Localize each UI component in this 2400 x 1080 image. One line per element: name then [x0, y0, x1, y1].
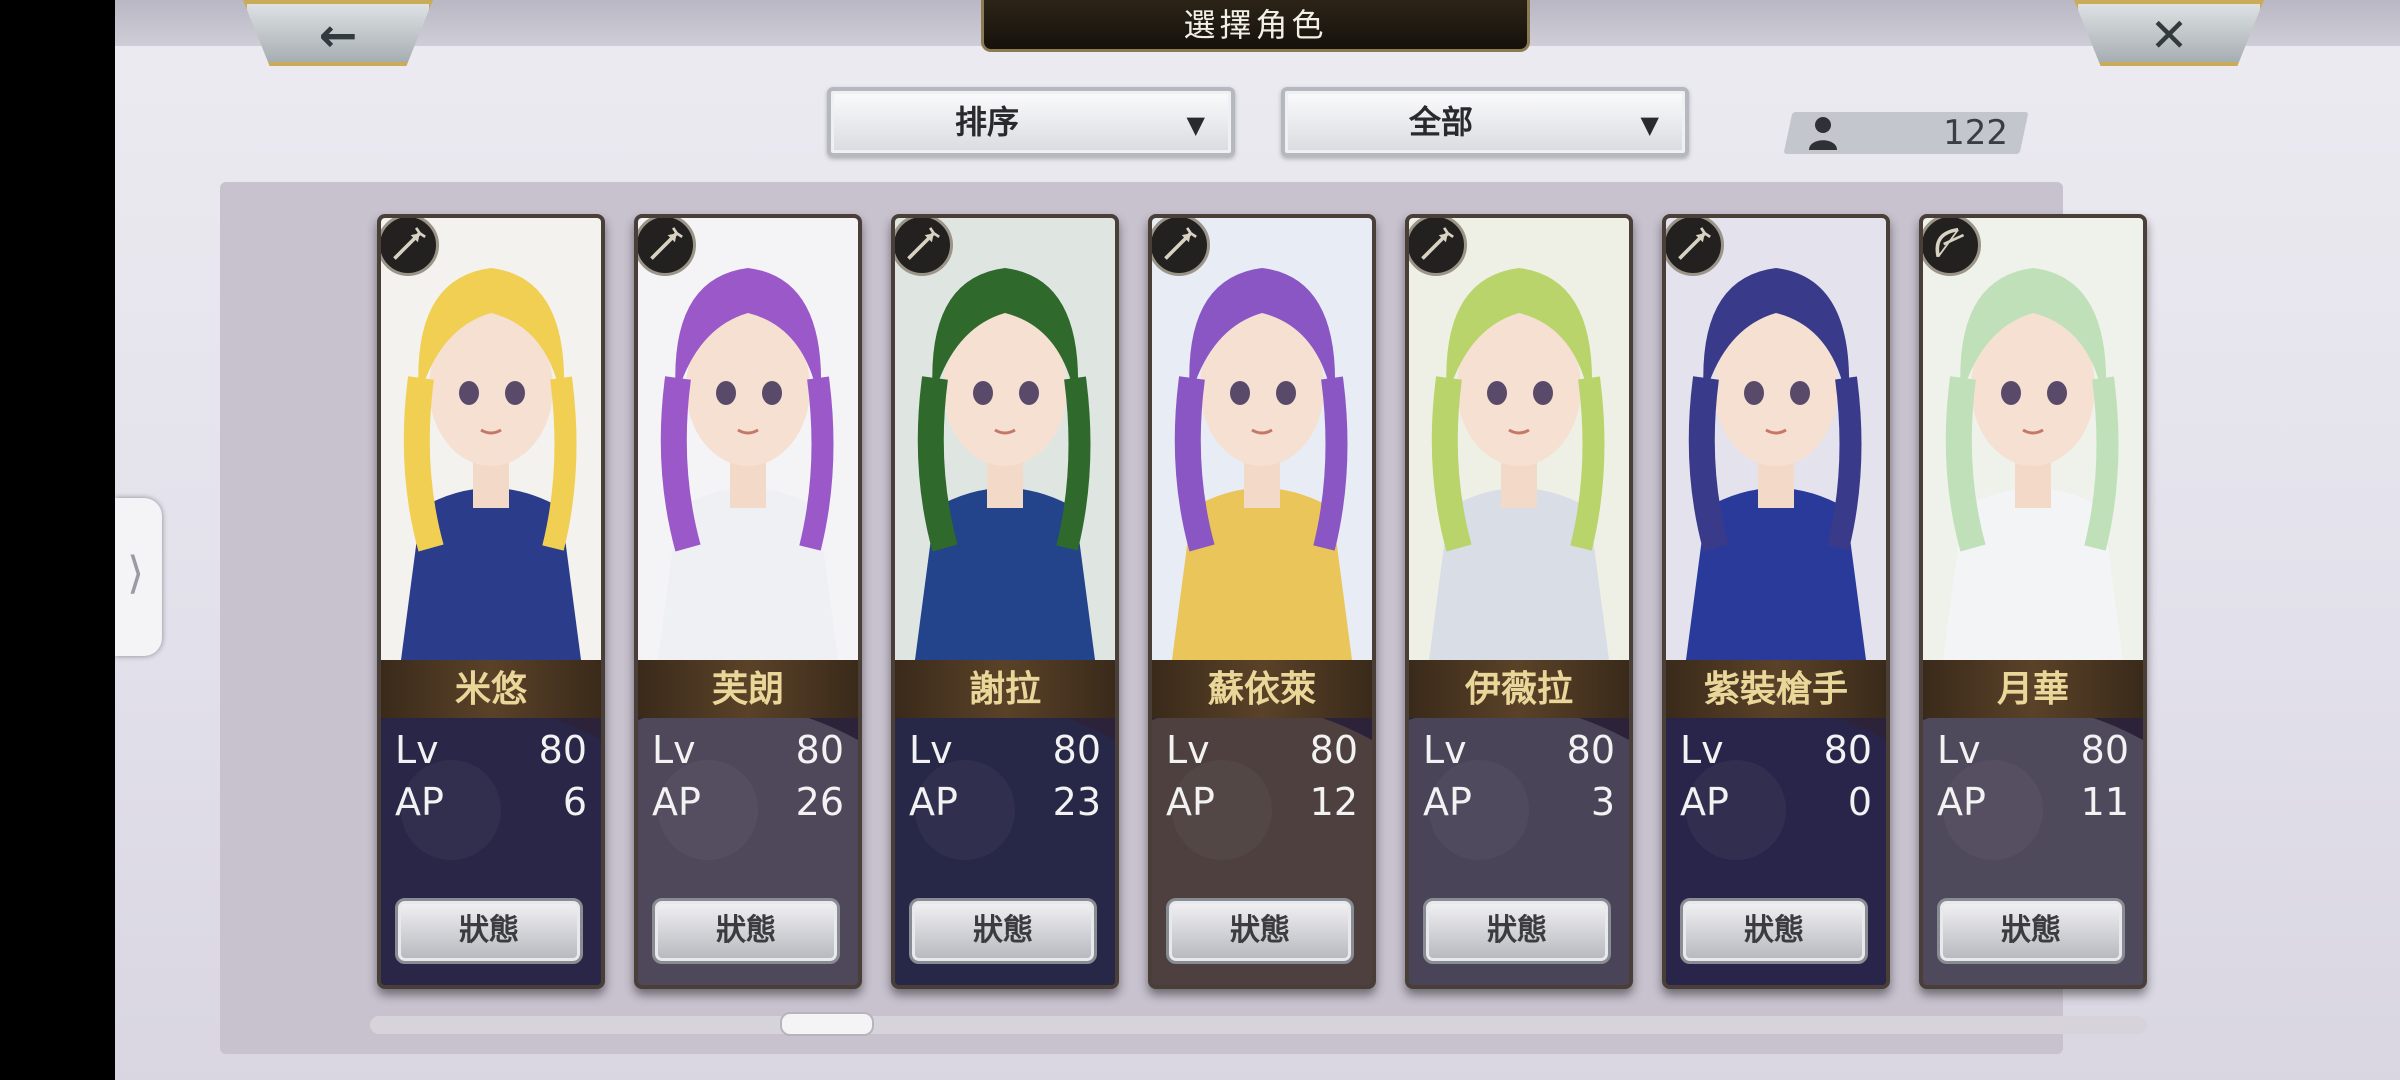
level-value: 80	[795, 728, 844, 772]
status-button[interactable]: 狀態	[1166, 898, 1354, 964]
dropdown-arrow-icon: ▼	[1640, 111, 1659, 139]
character-card[interactable]: 伊薇拉 Lv 80 AP 3 狀態	[1405, 214, 1633, 989]
dropdown-arrow-icon: ▼	[1186, 111, 1205, 139]
sort-label: 排序	[954, 103, 1019, 141]
character-name: 米悠	[381, 660, 601, 718]
ap-label: AP	[395, 780, 444, 824]
level-value: 80	[2080, 728, 2129, 772]
level-row: Lv 80	[652, 728, 844, 772]
ap-label: AP	[1937, 780, 1986, 824]
level-label: Lv	[395, 728, 439, 772]
ap-row: AP 26	[652, 780, 844, 824]
ap-value: 12	[1309, 780, 1358, 824]
level-label: Lv	[1680, 728, 1724, 772]
character-card[interactable]: 蘇依萊 Lv 80 AP 12 狀態	[1148, 214, 1376, 989]
level-row: Lv 80	[395, 728, 587, 772]
status-button[interactable]: 狀態	[1680, 898, 1868, 964]
character-portrait[interactable]	[1923, 218, 2143, 660]
spear-icon	[638, 218, 696, 276]
sort-dropdown[interactable]: 排序 ▼	[827, 87, 1235, 157]
level-value: 80	[1309, 728, 1358, 772]
ap-label: AP	[652, 780, 701, 824]
status-button[interactable]: 狀態	[1423, 898, 1611, 964]
level-value: 80	[1052, 728, 1101, 772]
character-card[interactable]: 紫裝槍手 Lv 80 AP 0 狀態	[1662, 214, 1890, 989]
status-button[interactable]: 狀態	[1937, 898, 2125, 964]
spear-icon	[1666, 218, 1724, 276]
level-label: Lv	[1423, 728, 1467, 772]
character-name: 謝拉	[895, 660, 1115, 718]
spear-icon	[1152, 218, 1210, 276]
status-button[interactable]: 狀態	[395, 898, 583, 964]
ap-row: AP 12	[1166, 780, 1358, 824]
level-value: 80	[1566, 728, 1615, 772]
level-value: 80	[1823, 728, 1872, 772]
level-label: Lv	[652, 728, 696, 772]
level-row: Lv 80	[1423, 728, 1615, 772]
person-icon	[1809, 117, 1837, 150]
level-label: Lv	[1166, 728, 1210, 772]
character-portrait[interactable]	[1409, 218, 1629, 660]
chevron-right-icon: ⟩	[127, 548, 145, 599]
ap-row: AP 3	[1423, 780, 1615, 824]
character-card[interactable]: 芙朗 Lv 80 AP 26 狀態	[634, 214, 862, 989]
spear-icon	[1409, 218, 1467, 276]
character-portrait[interactable]	[381, 218, 601, 660]
spear-icon	[381, 218, 439, 276]
level-value: 80	[538, 728, 587, 772]
character-card[interactable]: 米悠 Lv 80 AP 6 狀態	[377, 214, 605, 989]
ap-label: AP	[1680, 780, 1729, 824]
bow-icon	[1923, 218, 1981, 276]
close-button[interactable]: ✕	[2074, 0, 2264, 66]
ap-row: AP 11	[1937, 780, 2129, 824]
ap-value: 23	[1052, 780, 1101, 824]
character-portrait[interactable]	[1666, 218, 1886, 660]
ap-value: 26	[795, 780, 844, 824]
ap-label: AP	[1166, 780, 1215, 824]
level-label: Lv	[909, 728, 953, 772]
level-row: Lv 80	[909, 728, 1101, 772]
ap-value: 3	[1590, 780, 1615, 824]
ap-label: AP	[909, 780, 958, 824]
ap-row: AP 6	[395, 780, 587, 824]
ap-value: 6	[562, 780, 587, 824]
roster-count: 122	[1943, 113, 2008, 153]
character-card[interactable]: 謝拉 Lv 80 AP 23 狀態	[891, 214, 1119, 989]
close-icon: ✕	[2149, 8, 2189, 62]
spear-icon	[895, 218, 953, 276]
status-button[interactable]: 狀態	[909, 898, 1097, 964]
character-name: 月華	[1923, 660, 2143, 718]
character-portrait[interactable]	[1152, 218, 1372, 660]
category-dropdown[interactable]: 全部 ▼	[1281, 87, 1689, 157]
back-arrow-icon: ←	[318, 8, 358, 62]
character-name: 伊薇拉	[1409, 660, 1629, 718]
character-name: 蘇依萊	[1152, 660, 1372, 718]
character-card[interactable]: 月華 Lv 80 AP 11 狀態	[1919, 214, 2147, 989]
level-row: Lv 80	[1680, 728, 1872, 772]
screen-title: 選擇角色	[981, 0, 1530, 52]
ap-value: 11	[2080, 780, 2129, 824]
scroll-thumb[interactable]	[780, 1012, 874, 1036]
character-name: 芙朗	[638, 660, 858, 718]
back-button[interactable]: ←	[243, 0, 433, 66]
character-portrait[interactable]	[895, 218, 1115, 660]
ap-row: AP 23	[909, 780, 1101, 824]
category-label: 全部	[1408, 103, 1473, 141]
level-row: Lv 80	[1166, 728, 1358, 772]
level-label: Lv	[1937, 728, 1981, 772]
character-portrait[interactable]	[638, 218, 858, 660]
character-name: 紫裝槍手	[1666, 660, 1886, 718]
scroll-track[interactable]	[370, 1016, 2147, 1034]
ap-label: AP	[1423, 780, 1472, 824]
ap-value: 0	[1847, 780, 1872, 824]
status-button[interactable]: 狀態	[652, 898, 840, 964]
ap-row: AP 0	[1680, 780, 1872, 824]
level-row: Lv 80	[1937, 728, 2129, 772]
side-drawer-handle[interactable]: ⟩	[115, 498, 162, 656]
